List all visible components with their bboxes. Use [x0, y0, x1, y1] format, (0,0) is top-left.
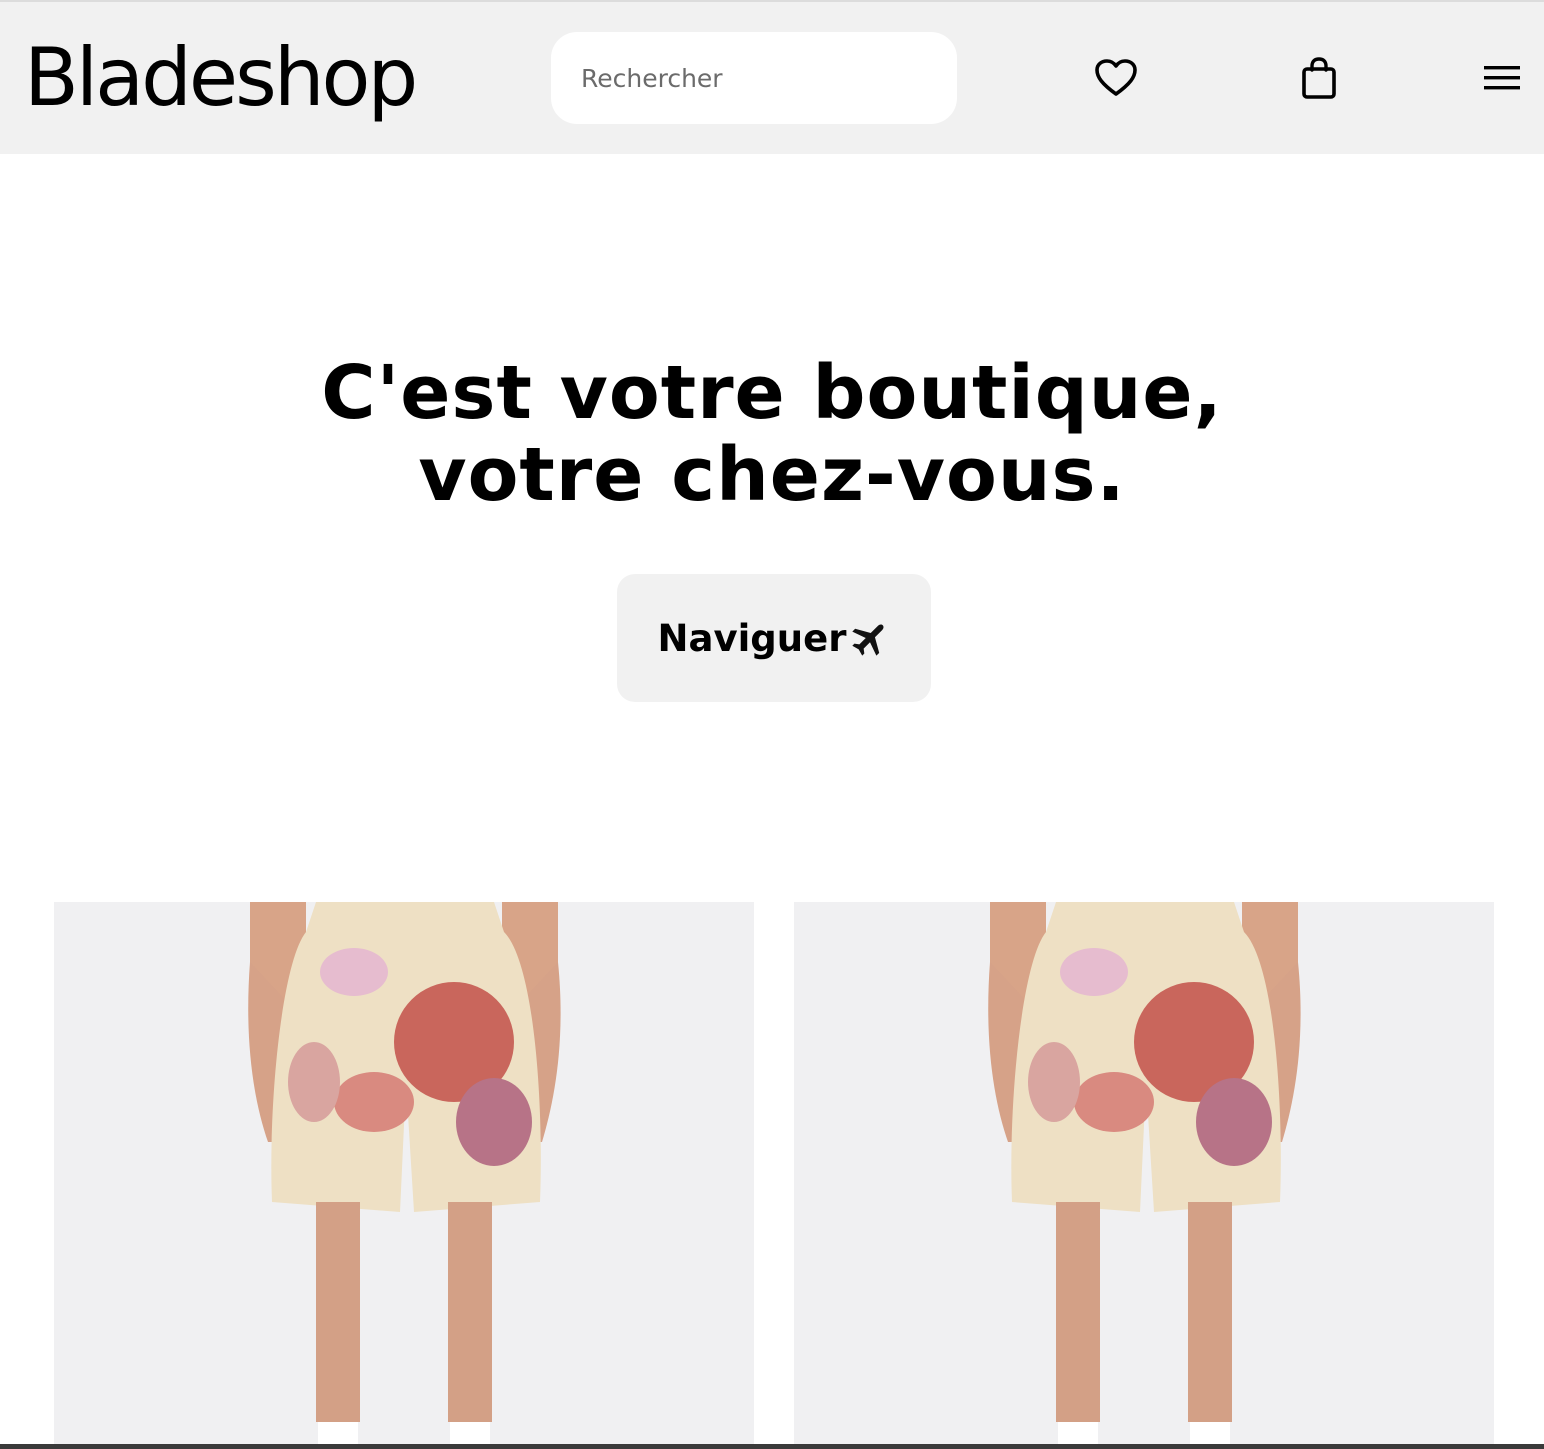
wishlist-button[interactable] — [1092, 54, 1140, 102]
hamburger-menu-icon — [1484, 66, 1520, 90]
hero-title: C'est votre boutique, votre chez-vous. — [0, 352, 1544, 516]
product-card[interactable] — [54, 902, 754, 1449]
brand-logo[interactable]: Bladeshop — [24, 30, 418, 126]
menu-button[interactable] — [1480, 60, 1524, 96]
airplane-icon — [852, 624, 884, 656]
product-image — [54, 902, 754, 1449]
product-image — [794, 902, 1494, 1449]
site-header: Bladeshop — [0, 2, 1544, 154]
heart-icon — [1095, 59, 1137, 96]
bottom-border — [0, 1444, 1544, 1449]
navigate-button[interactable]: Naviguer — [617, 574, 931, 702]
cart-button[interactable] — [1298, 54, 1340, 102]
shopping-bag-icon — [1302, 57, 1336, 99]
hero-title-line-1: C'est votre boutique, — [321, 350, 1223, 436]
navigate-button-label: Naviguer — [657, 616, 847, 660]
product-card[interactable] — [794, 902, 1494, 1449]
search-input[interactable] — [551, 32, 957, 124]
hero-title-line-2: votre chez-vous. — [418, 432, 1126, 518]
